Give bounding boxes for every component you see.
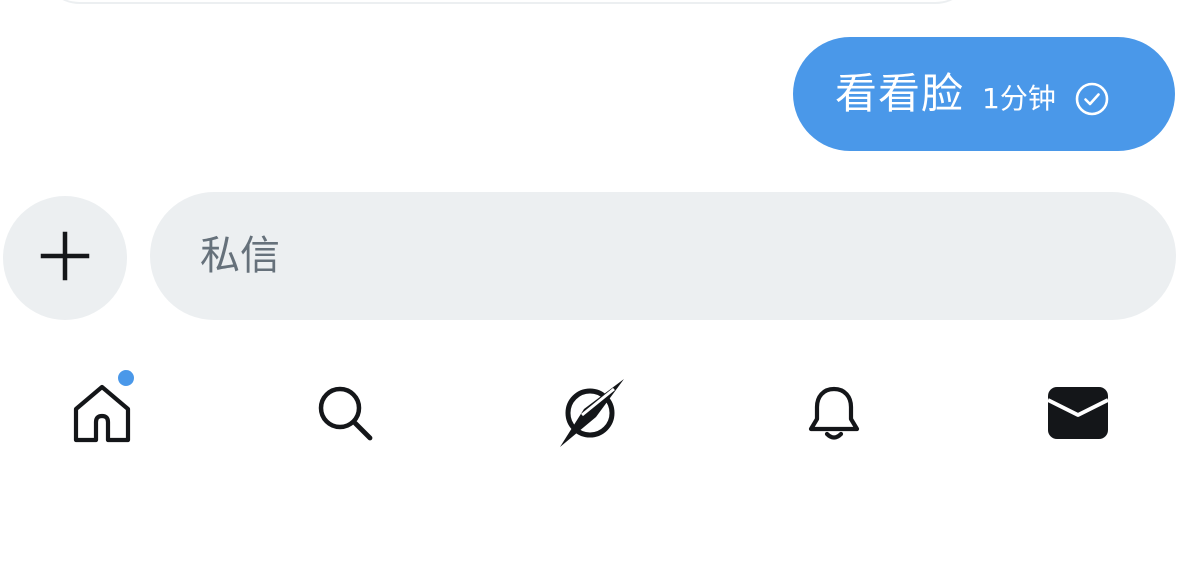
plus-icon: [40, 231, 90, 285]
message-time: 1分钟: [982, 82, 1056, 115]
spaces-icon: [552, 375, 628, 455]
notification-dot: [118, 370, 134, 386]
sent-message-bubble[interactable]: 看看脸 1分钟: [793, 37, 1175, 151]
tab-home[interactable]: [52, 370, 152, 460]
tab-search[interactable]: [295, 370, 395, 460]
mail-icon: [1047, 385, 1109, 445]
bell-icon: [804, 383, 864, 447]
direct-message-input[interactable]: [198, 232, 1176, 280]
home-icon: [71, 382, 133, 448]
tab-messages[interactable]: [1028, 370, 1128, 460]
dm-screen: 看看脸 1分钟: [0, 0, 1200, 579]
tab-notifications[interactable]: [784, 370, 884, 460]
tab-spaces[interactable]: [540, 370, 640, 460]
search-icon: [315, 383, 375, 447]
message-text: 看看脸: [835, 69, 965, 118]
bottom-tab-bar: [0, 370, 1200, 460]
add-media-button[interactable]: [3, 196, 127, 320]
check-circle-icon: [1074, 81, 1110, 117]
previous-message-bubble: [40, 0, 975, 4]
direct-message-field[interactable]: [150, 192, 1176, 320]
